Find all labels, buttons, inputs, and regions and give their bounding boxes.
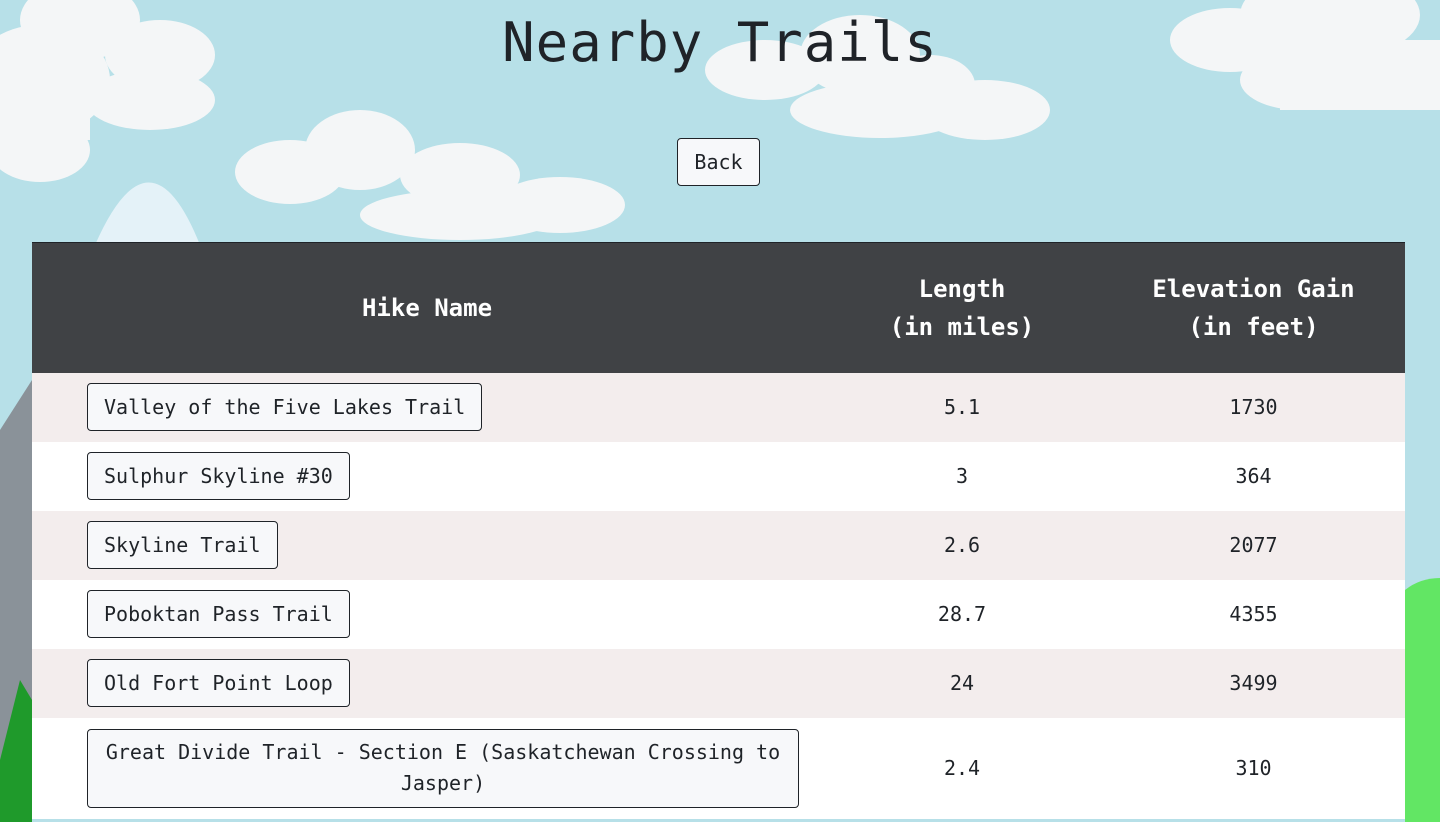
hike-name-cell: Great Divide Trail - Section E (Saskatch… xyxy=(32,718,822,819)
table-header-row: Hike Name Length (in miles) Elevation Ga… xyxy=(32,242,1405,373)
table-row: Valley of the Five Lakes Trail 5.1 1730 xyxy=(32,372,1405,442)
length-cell: 28.7 xyxy=(937,602,987,626)
length-cell: 3 xyxy=(955,464,969,488)
hike-name-button[interactable]: Great Divide Trail - Section E (Saskatch… xyxy=(87,728,799,808)
trails-table: Hike Name Length (in miles) Elevation Ga… xyxy=(32,242,1405,819)
table-row: Great Divide Trail - Section E (Saskatch… xyxy=(32,717,1405,819)
table-row: Poboktan Pass Trail 28.7 4355 xyxy=(32,579,1405,649)
hike-name-cell: Skyline Trail xyxy=(32,511,822,580)
length-cell: 2.4 xyxy=(943,756,981,780)
table-row: Old Fort Point Loop 24 3499 xyxy=(32,648,1405,718)
header-length: Length (in miles) xyxy=(822,242,1102,373)
table-row: Skyline Trail 2.6 2077 xyxy=(32,510,1405,580)
header-elevation-label: Elevation Gain xyxy=(1152,274,1355,303)
hike-name-cell: Valley of the Five Lakes Trail xyxy=(32,373,822,442)
page-title: Nearby Trails xyxy=(502,11,938,74)
elevation-cell: 364 xyxy=(1235,464,1272,488)
hike-name-button[interactable]: Skyline Trail xyxy=(87,521,278,569)
length-cell: 24 xyxy=(949,671,975,695)
elevation-cell: 310 xyxy=(1235,756,1272,780)
hike-name-button[interactable]: Valley of the Five Lakes Trail xyxy=(87,383,483,431)
length-cell: 5.1 xyxy=(943,395,981,419)
elevation-cell: 3499 xyxy=(1229,671,1278,695)
hike-name-cell: Old Fort Point Loop xyxy=(32,649,822,718)
right-grass xyxy=(1405,578,1440,822)
length-cell: 2.6 xyxy=(943,533,981,557)
elevation-cell: 4355 xyxy=(1229,602,1278,626)
elevation-cell: 1730 xyxy=(1229,395,1278,419)
hike-name-cell: Poboktan Pass Trail xyxy=(32,580,822,649)
header-hike-name: Hike Name xyxy=(32,242,822,373)
header-hike-name-label: Hike Name xyxy=(361,293,493,322)
header-length-unit: (in miles) xyxy=(889,312,1035,341)
hike-name-button[interactable]: Old Fort Point Loop xyxy=(87,659,350,707)
hike-name-button[interactable]: Sulphur Skyline #30 xyxy=(87,452,350,500)
header-elevation-unit: (in feet) xyxy=(1188,312,1319,341)
table-row: Sulphur Skyline #30 3 364 xyxy=(32,441,1405,511)
header-elevation: Elevation Gain (in feet) xyxy=(1102,242,1405,373)
hike-name-cell: Sulphur Skyline #30 xyxy=(32,442,822,511)
back-button[interactable]: Back xyxy=(677,138,760,186)
hike-name-button[interactable]: Poboktan Pass Trail xyxy=(87,590,350,638)
header-length-label: Length xyxy=(918,274,1006,303)
elevation-cell: 2077 xyxy=(1229,533,1278,557)
